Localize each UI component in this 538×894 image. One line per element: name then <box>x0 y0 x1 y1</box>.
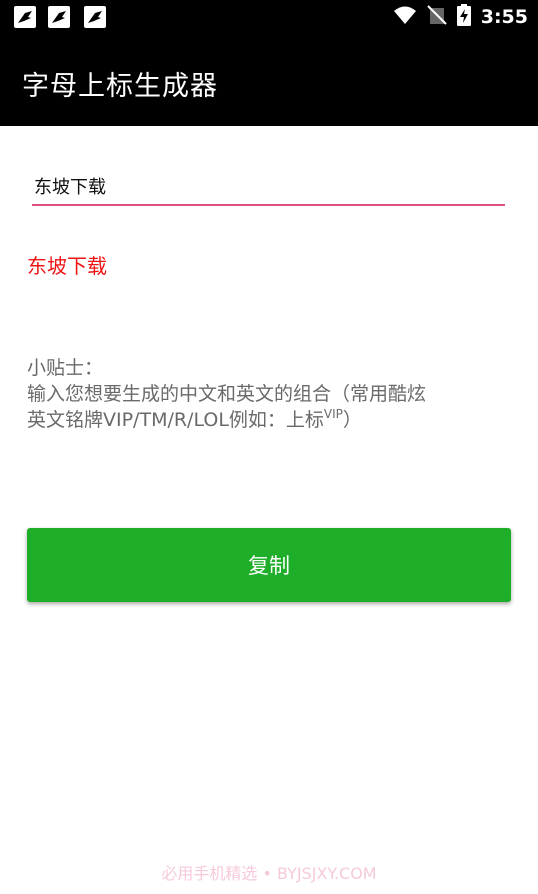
tip-heading: 小贴士： <box>27 357 104 379</box>
tip-line-1: 输入您想要生成的中文和英文的组合（常用酷炫 <box>27 383 427 405</box>
copy-button[interactable]: 复制 <box>27 528 511 602</box>
app-bar: 字母上标生成器 <box>0 34 538 126</box>
bird-icon <box>14 6 36 28</box>
battery-charging-icon <box>456 4 471 30</box>
status-time: 3:55 <box>480 6 528 28</box>
text-input[interactable] <box>32 160 505 202</box>
watermark: 必用手机精选 • BYJSJXY.COM <box>161 864 377 883</box>
bird-icon <box>48 6 70 28</box>
no-sim-icon <box>427 5 447 29</box>
result-text: 东坡下载 <box>27 254 107 278</box>
tip-line-2-prefix: 英文铭牌VIP/TM/R/LOL例如：上标 <box>27 409 324 431</box>
system-tray: 3:55 <box>393 0 528 34</box>
tip-line-2: 英文铭牌VIP/TM/R/LOL例如：上标VIP） <box>27 407 517 433</box>
wifi-icon <box>393 5 417 29</box>
status-bar: 3:55 <box>0 0 538 34</box>
app-title: 字母上标生成器 <box>22 71 218 102</box>
bird-icon <box>84 6 106 28</box>
text-input-container <box>32 160 505 206</box>
tip-line-2-suffix: ） <box>342 409 362 431</box>
tip-superscript: VIP <box>323 407 343 421</box>
tip-section: 小贴士： 输入您想要生成的中文和英文的组合（常用酷炫 英文铭牌VIP/TM/R/… <box>27 355 517 433</box>
